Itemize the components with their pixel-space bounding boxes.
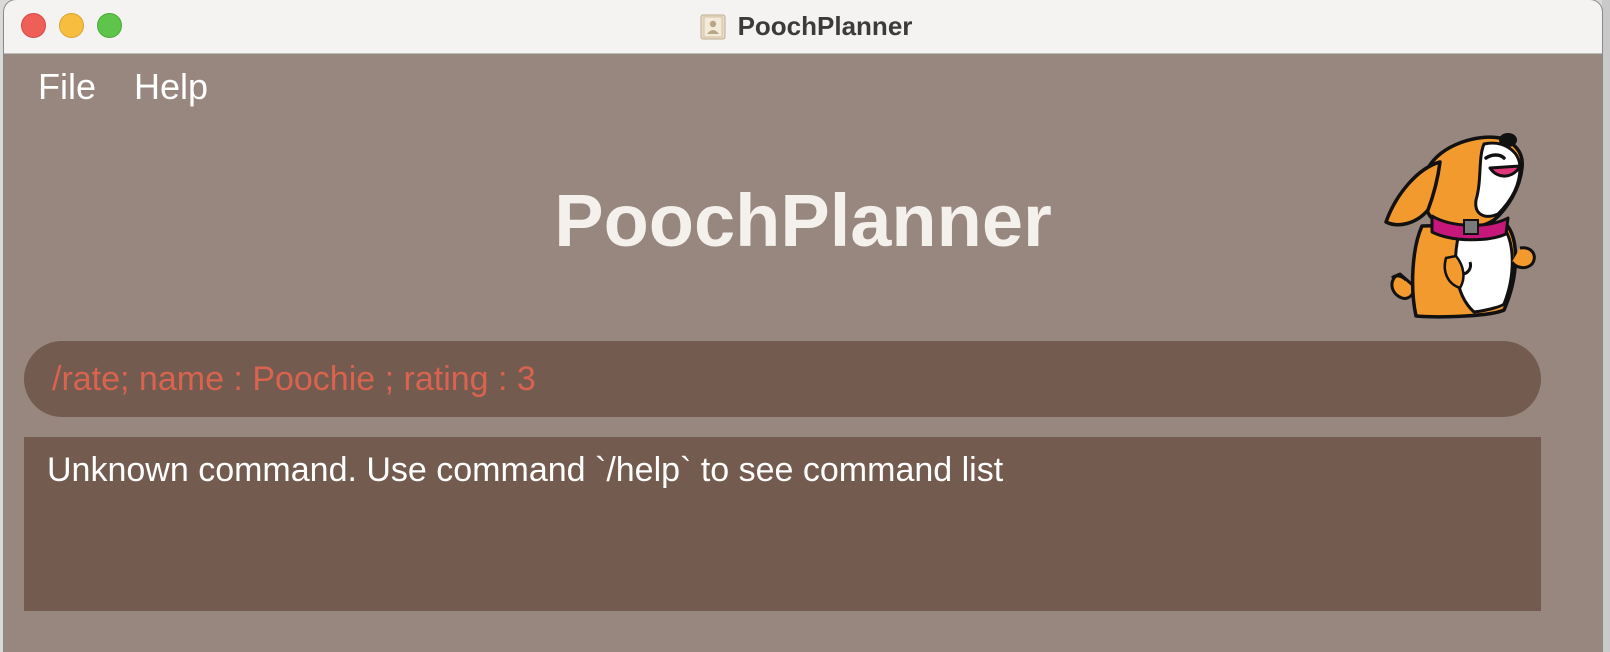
menu-help[interactable]: Help	[115, 66, 227, 108]
window-title-group: PoochPlanner	[4, 0, 1602, 53]
app-icon	[700, 14, 726, 39]
app-title: PoochPlanner	[554, 179, 1052, 262]
dog-mascot-icon	[1384, 133, 1536, 319]
app-window: PoochPlanner File Help PoochPlanner /rat…	[4, 0, 1602, 652]
command-input[interactable]	[52, 359, 1513, 399]
result-display: Unknown command. Use command `/help` to …	[24, 437, 1541, 611]
window-title: PoochPlanner	[737, 11, 913, 41]
menu-file[interactable]: File	[19, 66, 115, 108]
background-window-edge	[1602, 0, 1610, 652]
title-bar[interactable]: PoochPlanner	[4, 0, 1602, 54]
menu-bar: File Help	[4, 54, 1602, 120]
command-box[interactable]	[24, 341, 1541, 417]
result-message: Unknown command. Use command `/help` to …	[47, 451, 1004, 489]
